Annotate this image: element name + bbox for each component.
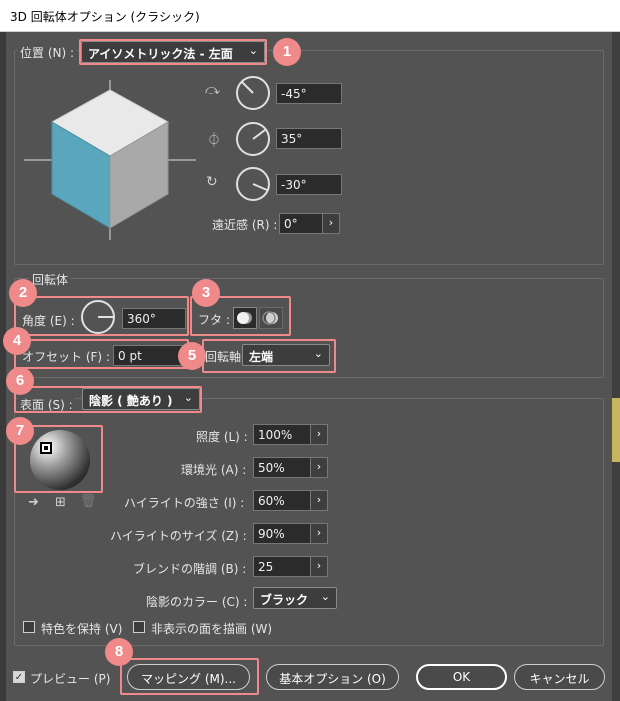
draw-hidden-checkbox[interactable] — [133, 621, 145, 633]
rotate-z-axis-icon: ↻ — [206, 174, 218, 190]
rotate-z-field[interactable]: -30° — [276, 174, 342, 195]
preserve-spot-checkbox[interactable] — [23, 621, 35, 633]
annotation-badge-1: 1 — [273, 38, 301, 66]
move-light-back-icon[interactable]: ➜ — [28, 495, 39, 510]
ambient-label: 環境光 (A) : — [181, 463, 247, 477]
background-accent — [612, 398, 620, 462]
position-label: 位置 (N) : — [18, 44, 77, 61]
annotation-badge-2: 2 — [9, 279, 37, 307]
ambient-field[interactable]: 50% — [253, 457, 311, 478]
background-strip-right — [612, 32, 620, 701]
rotate-y-axis-icon: ⏀ — [207, 133, 221, 149]
perspective-slider-button[interactable]: › — [322, 213, 340, 234]
delete-light-icon[interactable]: 🗑 — [80, 494, 97, 509]
rotate-x-axis-icon: ⤼ — [205, 82, 220, 98]
annotation-box-6 — [14, 386, 202, 413]
highlight-intensity-label: ハイライトの強さ (I) : — [124, 496, 245, 510]
rotate-y-field[interactable]: 35° — [276, 128, 342, 149]
perspective-label: 遠近感 (R) : — [212, 218, 278, 232]
annotation-badge-6: 6 — [6, 367, 34, 395]
annotation-box-2 — [14, 296, 189, 336]
basic-options-button[interactable]: 基本オプション (O) — [266, 664, 399, 690]
rotate-y-dial[interactable] — [235, 121, 271, 157]
background-strip-left — [0, 32, 6, 701]
annotation-badge-8: 8 — [105, 638, 133, 666]
blend-steps-field[interactable]: 25 — [253, 556, 311, 577]
cancel-button[interactable]: キャンセル — [514, 664, 605, 690]
highlight-intensity-field[interactable]: 60% — [253, 490, 311, 511]
preview-checkbox[interactable]: ✓ — [13, 671, 25, 683]
rotate-x-dial[interactable] — [235, 75, 271, 111]
highlight-size-slider-button[interactable]: › — [310, 523, 328, 544]
annotation-box-4 — [14, 339, 189, 369]
annotation-box-8 — [120, 658, 259, 695]
chevron-down-icon: ⌄ — [320, 590, 330, 603]
rotate-x-field[interactable]: -45° — [276, 83, 342, 104]
highlight-size-field[interactable]: 90% — [253, 523, 311, 544]
rotate-z-dial[interactable] — [235, 166, 271, 202]
shade-color-dropdown[interactable]: ブラック ⌄ — [253, 587, 337, 609]
shade-color-value: ブラック — [260, 593, 309, 607]
light-intensity-label: 照度 (L) : — [196, 430, 248, 444]
blend-steps-slider-button[interactable]: › — [310, 556, 328, 577]
draw-hidden-label: 非表示の面を描画 (W) — [151, 622, 273, 636]
annotation-badge-3: 3 — [192, 279, 220, 307]
light-intensity-slider-button[interactable]: › — [310, 424, 328, 445]
highlight-size-label: ハイライトのサイズ (Z) : — [110, 529, 247, 543]
annotation-badge-5: 5 — [178, 342, 206, 370]
shade-color-label: 陰影のカラー (C) : — [146, 595, 248, 609]
rotation-cube-preview[interactable] — [24, 80, 196, 240]
title-bar: 3D 回転体オプション (クラシック) — [0, 0, 620, 32]
perspective-field[interactable]: 0° — [279, 213, 323, 234]
blend-steps-label: ブレンドの階調 (B) : — [133, 562, 247, 576]
new-light-icon[interactable]: ⊞ — [55, 495, 66, 510]
revolve-group-label: 回転体 — [30, 271, 71, 288]
preview-label: プレビュー (P) — [30, 672, 111, 686]
highlight-intensity-slider-button[interactable]: › — [310, 490, 328, 511]
annotation-badge-4: 4 — [3, 327, 31, 355]
ambient-slider-button[interactable]: › — [310, 457, 328, 478]
preserve-spot-label: 特色を保持 (V) — [41, 622, 123, 636]
annotation-box-1 — [79, 39, 267, 65]
window-title: 3D 回転体オプション (クラシック) — [10, 10, 200, 24]
light-intensity-field[interactable]: 100% — [253, 424, 311, 445]
ok-button[interactable]: OK — [416, 664, 507, 690]
annotation-box-5 — [202, 339, 336, 373]
annotation-badge-7: 7 — [6, 417, 34, 445]
